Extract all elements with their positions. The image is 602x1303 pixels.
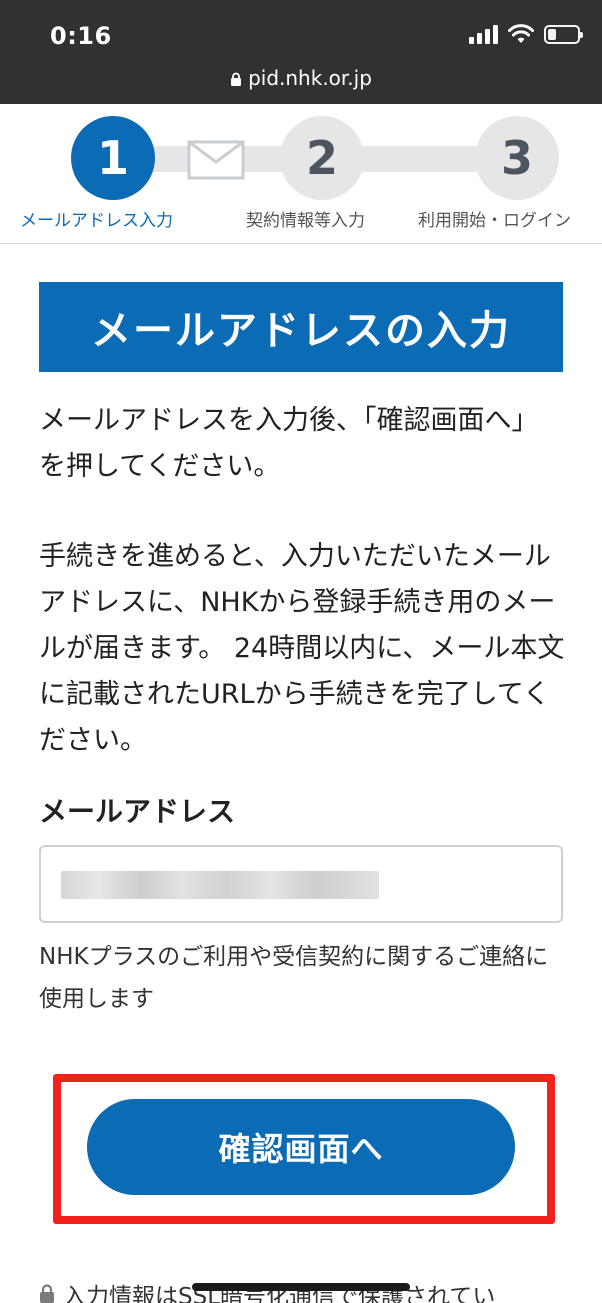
email-label: メールアドレス <box>39 795 236 828</box>
process-description: 手続きを進めると、入力いただいたメールアドレスに、NHKから登録手続き用のメール… <box>39 541 565 756</box>
step-2-label: 契約情報等入力 <box>246 211 365 231</box>
battery-icon <box>544 24 583 44</box>
status-time: 0:16 <box>50 22 112 50</box>
cellular-signal-icon <box>469 24 498 44</box>
step-3-circle: 3 <box>475 116 559 200</box>
confirm-screen-button[interactable]: 確認画面へ <box>87 1099 515 1195</box>
email-input[interactable] <box>39 845 563 923</box>
url-bar[interactable]: pid.nhk.or.jp <box>0 66 602 90</box>
step-1-label: メールアドレス入力 <box>20 211 173 231</box>
lock-icon <box>40 1284 54 1303</box>
progress-stepper: 1 2 3 メールアドレス入力 契約情報等入力 利用開始・ログイン <box>0 104 602 244</box>
url-text: pid.nhk.or.jp <box>248 66 372 90</box>
instruction-text: メールアドレスを入力後、「確認画面へ」を押してください。 <box>39 405 539 482</box>
browser-top-bar: 0:16 pid.nhk.or.jp <box>0 0 602 104</box>
mail-icon <box>187 140 245 180</box>
email-helper-text: NHKプラスのご利用や受信契約に関するご連絡に使用します <box>39 944 549 1012</box>
page-title: メールアドレスの入力 <box>39 282 563 372</box>
home-indicator[interactable] <box>192 1283 410 1291</box>
lock-icon <box>231 72 242 86</box>
step-1-circle: 1 <box>71 116 155 200</box>
step-3-label: 利用開始・ログイン <box>418 211 571 231</box>
wifi-icon <box>508 24 534 43</box>
email-value-redacted <box>61 871 379 899</box>
step-2-circle: 2 <box>280 116 364 200</box>
status-icons <box>469 24 583 44</box>
